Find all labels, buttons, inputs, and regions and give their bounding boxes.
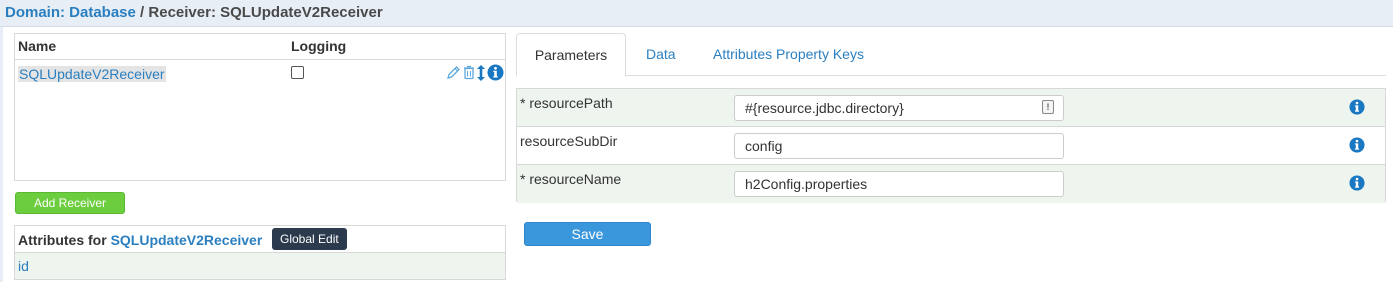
logging-checkbox[interactable] (291, 66, 304, 79)
receivers-table-header: Name Logging (15, 34, 505, 60)
receivers-table: Name Logging SQLUpdateV2Receiver (14, 33, 506, 181)
parameter-row: resourceSubDir (517, 127, 1385, 165)
parameter-label: resourceSubDir (520, 133, 618, 149)
parameter-row: * resourceName (517, 165, 1385, 203)
resource-name-input[interactable] (734, 171, 1064, 197)
global-edit-button[interactable]: Global Edit (272, 228, 347, 250)
row-actions (446, 64, 504, 81)
page-title: Domain: Database / Receiver: SQLUpdateV2… (0, 0, 1393, 27)
info-icon[interactable] (1349, 99, 1365, 118)
attribute-id-link[interactable]: id (18, 258, 29, 274)
resource-path-input[interactable] (734, 95, 1064, 121)
save-button[interactable]: Save (524, 222, 651, 246)
tab-bar: Parameters Data Attributes Property Keys (516, 33, 1386, 77)
parameter-label: * resourcePath (520, 95, 613, 111)
sort-icon[interactable] (477, 64, 485, 81)
attributes-title-prefix: Attributes for (18, 232, 111, 248)
breadcrumb-separator: / (135, 4, 149, 21)
attributes-title: Attributes for SQLUpdateV2Receiver (18, 232, 262, 248)
domain-breadcrumb[interactable]: Domain: Database (5, 4, 136, 21)
left-edge (0, 27, 3, 282)
attributes-header: Attributes for SQLUpdateV2Receiver Globa… (15, 226, 505, 253)
add-receiver-button[interactable]: Add Receiver (15, 192, 125, 214)
pencil-icon[interactable] (446, 65, 461, 80)
tab-data[interactable]: Data (646, 33, 676, 76)
tab-parameters[interactable]: Parameters (516, 33, 626, 77)
attributes-receiver-name[interactable]: SQLUpdateV2Receiver (111, 232, 263, 248)
parameter-label: * resourceName (520, 171, 622, 187)
resource-subdir-input[interactable] (734, 133, 1064, 159)
tab-attributes-property-keys[interactable]: Attributes Property Keys (713, 33, 864, 76)
info-icon[interactable] (1349, 137, 1365, 156)
info-icon[interactable] (487, 64, 504, 81)
info-icon[interactable] (1349, 175, 1365, 194)
table-row[interactable]: SQLUpdateV2Receiver (15, 60, 505, 86)
parameters-table: * resourcePath ! resourceSubDir * resour… (516, 88, 1386, 203)
list-item[interactable]: id (15, 253, 505, 279)
column-header-name: Name (18, 38, 57, 54)
attributes-panel: Attributes for SQLUpdateV2Receiver Globa… (14, 225, 506, 280)
trash-icon[interactable] (463, 65, 475, 80)
receiver-name-link[interactable]: SQLUpdateV2Receiver (18, 66, 166, 82)
receiver-breadcrumb: Receiver: SQLUpdateV2Receiver (148, 4, 383, 21)
parameter-row: * resourcePath ! (517, 89, 1385, 127)
variable-icon[interactable]: ! (1042, 100, 1054, 114)
column-header-logging: Logging (291, 38, 347, 54)
